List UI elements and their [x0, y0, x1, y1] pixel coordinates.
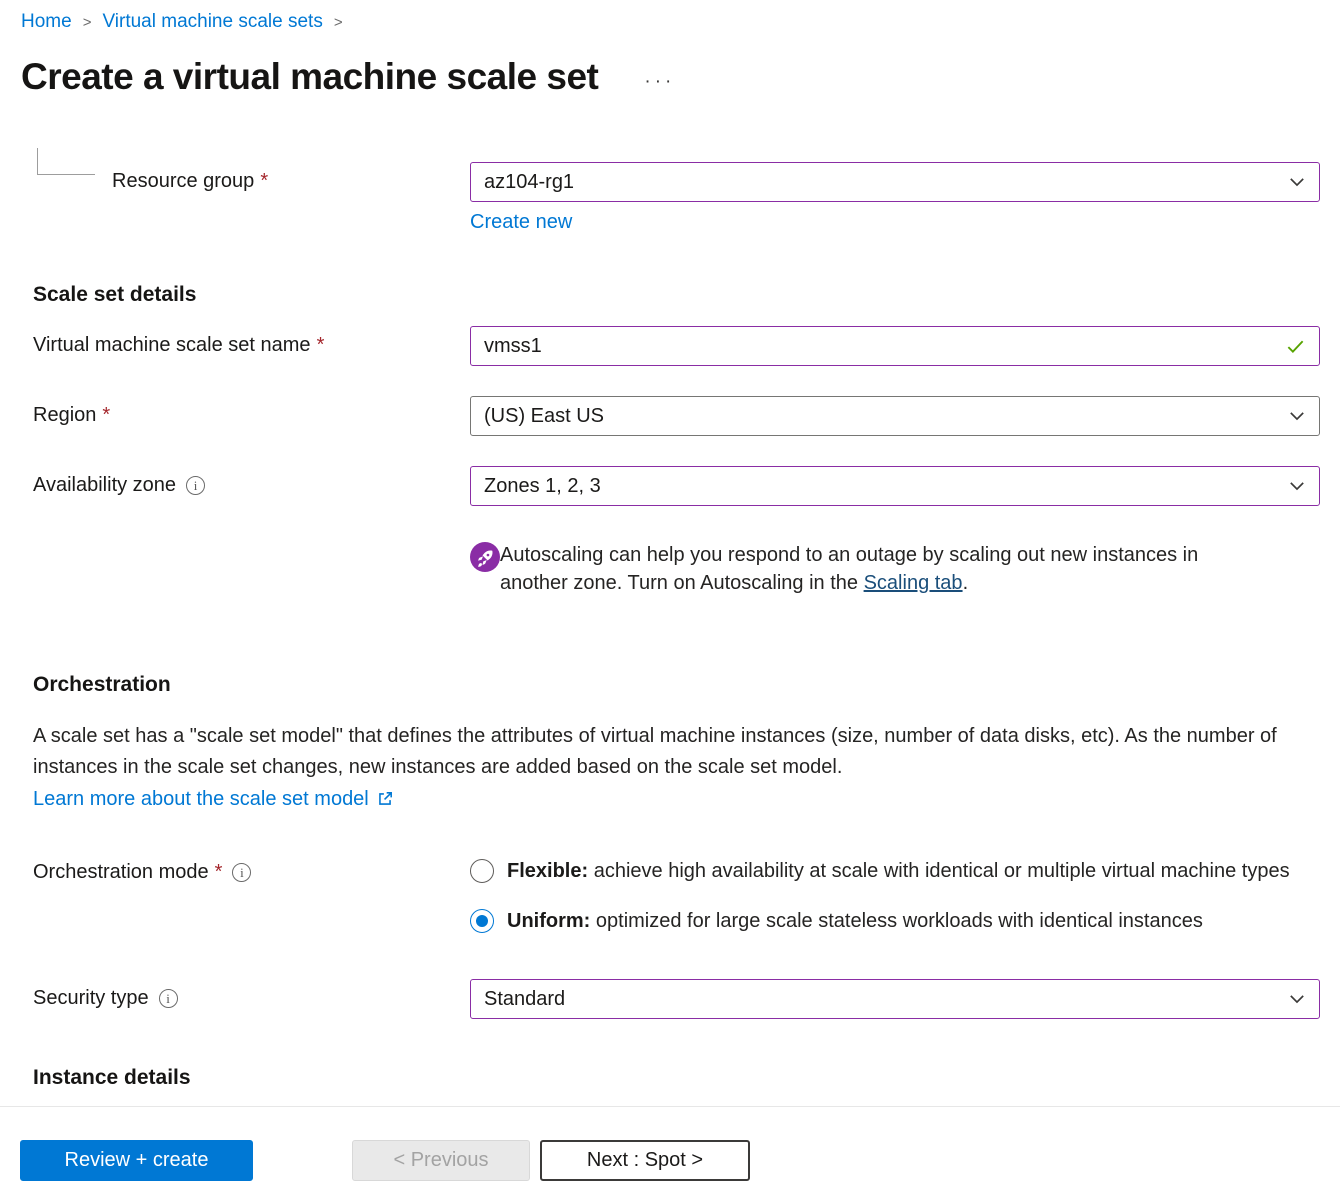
vmss-name-label: Virtual machine scale set name*: [33, 326, 470, 357]
autoscaling-note: Autoscaling can help you respond to an o…: [470, 541, 1320, 597]
more-menu-button[interactable]: ···: [644, 64, 675, 91]
resource-group-label-col: Resource group*: [33, 162, 470, 193]
info-icon[interactable]: [159, 989, 178, 1008]
chevron-down-icon: [1288, 407, 1306, 425]
create-vmss-page: Home Virtual machine scale sets Create a…: [0, 0, 1340, 1202]
security-type-label: Security type: [33, 979, 470, 1010]
radio-selected-icon: [470, 909, 494, 933]
autoscaling-note-text: Autoscaling can help you respond to an o…: [500, 541, 1245, 597]
chevron-down-icon: [1288, 990, 1306, 1008]
create-new-link[interactable]: Create new: [470, 211, 572, 234]
required-asterisk: *: [260, 170, 268, 192]
chevron-down-icon: [1288, 477, 1306, 495]
region-row: Region* (US) East US: [33, 396, 1320, 436]
next-spot-button[interactable]: Next : Spot >: [540, 1140, 750, 1181]
info-icon[interactable]: [186, 476, 205, 495]
instance-details-heading: Instance details: [33, 1066, 1340, 1090]
required-asterisk: *: [102, 404, 110, 427]
orchestration-description: A scale set has a "scale set model" that…: [33, 721, 1320, 783]
breadcrumb-separator-icon: [334, 14, 343, 31]
availability-zone-value: Zones 1, 2, 3: [484, 475, 1288, 498]
vmss-name-row: Virtual machine scale set name*: [33, 326, 1320, 366]
vmss-name-input[interactable]: [484, 335, 1285, 358]
info-icon[interactable]: [232, 863, 251, 882]
review-create-button[interactable]: Review + create: [20, 1140, 253, 1181]
scaling-tab-link[interactable]: Scaling tab: [864, 572, 963, 594]
required-asterisk: *: [317, 334, 325, 357]
title-row: Create a virtual machine scale set ···: [21, 56, 1340, 98]
availability-zone-dropdown[interactable]: Zones 1, 2, 3: [470, 466, 1320, 506]
availability-zone-label: Availability zone: [33, 466, 470, 497]
rocket-icon: [470, 542, 500, 572]
orchestration-mode-row: Orchestration mode* Flexible: achieve hi…: [33, 857, 1320, 935]
resource-group-value: az104-rg1: [484, 171, 1288, 194]
chevron-down-icon: [1288, 173, 1306, 191]
orchestration-mode-label: Orchestration mode*: [33, 857, 470, 884]
breadcrumb: Home Virtual machine scale sets: [21, 0, 1340, 33]
region-dropdown[interactable]: (US) East US: [470, 396, 1320, 436]
availability-zone-row: Availability zone Zones 1, 2, 3: [33, 466, 1320, 506]
radio-flexible-label: Flexible: achieve high availability at s…: [507, 857, 1290, 885]
scale-set-details-heading: Scale set details: [33, 283, 1340, 307]
breadcrumb-separator-icon: [83, 14, 92, 31]
resource-group-label: Resource group*: [112, 170, 268, 193]
form-scroll-area: Home Virtual machine scale sets Create a…: [0, 0, 1340, 1107]
security-type-value: Standard: [484, 988, 1288, 1011]
valid-check-icon: [1285, 336, 1306, 357]
external-link-icon: [376, 790, 394, 808]
radio-uniform[interactable]: Uniform: optimized for large scale state…: [470, 907, 1320, 935]
breadcrumb-home-link[interactable]: Home: [21, 11, 72, 33]
security-type-row: Security type Standard: [33, 979, 1320, 1019]
resource-group-dropdown[interactable]: az104-rg1: [470, 162, 1320, 202]
breadcrumb-parent-link[interactable]: Virtual machine scale sets: [102, 11, 322, 33]
wizard-footer: Review + create < Previous Next : Spot >: [0, 1107, 1340, 1202]
security-type-dropdown[interactable]: Standard: [470, 979, 1320, 1019]
radio-icon: [470, 859, 494, 883]
orchestration-heading: Orchestration: [33, 673, 1340, 697]
tree-indent-line: [37, 148, 95, 175]
resource-group-row: Resource group* az104-rg1 Create new: [33, 162, 1320, 234]
region-label: Region*: [33, 396, 470, 427]
radio-flexible[interactable]: Flexible: achieve high availability at s…: [470, 857, 1320, 885]
vmss-name-field: [470, 326, 1320, 366]
previous-button[interactable]: < Previous: [352, 1140, 530, 1181]
required-asterisk: *: [215, 861, 223, 884]
page-title: Create a virtual machine scale set: [21, 56, 598, 98]
learn-more-link[interactable]: Learn more about the scale set model: [33, 785, 394, 813]
radio-uniform-label: Uniform: optimized for large scale state…: [507, 907, 1203, 935]
region-value: (US) East US: [484, 405, 1288, 428]
